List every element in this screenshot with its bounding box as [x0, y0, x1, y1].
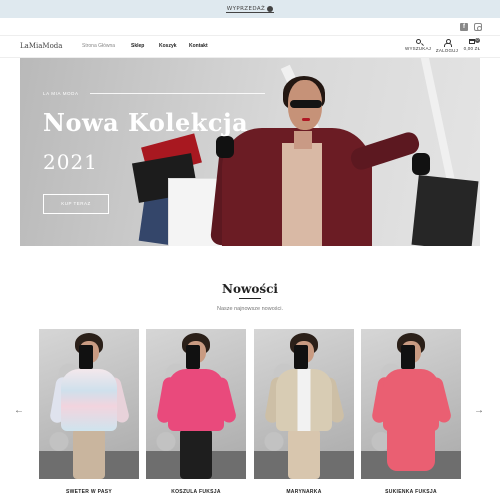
model-trousers	[180, 429, 212, 479]
main-nav: LaMiaModa Strona Główna Sklep Koszyk Kon…	[0, 36, 500, 58]
facebook-icon[interactable]: f	[460, 23, 468, 31]
model-trousers	[288, 429, 320, 479]
sale-badge-icon	[267, 5, 274, 12]
search-button[interactable]: WYSZUKAJ	[405, 39, 431, 51]
product-card[interactable]: MARYNARKA	[254, 329, 354, 499]
phone	[401, 345, 415, 369]
model-dress-skirt	[387, 425, 435, 471]
section-title: Nowości	[222, 282, 278, 296]
model-arm	[348, 129, 422, 173]
section-underline	[239, 298, 261, 299]
product-image[interactable]	[146, 329, 246, 479]
section-subtitle: Nasze najnowsze nowości.	[216, 306, 284, 312]
model-skirt	[73, 429, 105, 479]
nav-link-home[interactable]: Strona Główna	[82, 43, 115, 49]
carousel-prev-arrow-icon[interactable]: ←	[14, 406, 24, 416]
product-card[interactable]: KOSZULA FUKSJA	[146, 329, 246, 499]
model-dress	[383, 369, 439, 431]
phone	[294, 345, 308, 369]
model-lips	[302, 118, 310, 121]
model-blazer	[276, 369, 332, 431]
model-sweater	[282, 143, 322, 246]
sale-label: WYPRZEDAŻ	[226, 5, 266, 12]
nav-link-cart[interactable]: Koszyk	[159, 43, 177, 49]
glove	[412, 153, 430, 175]
hero-divider	[90, 93, 265, 94]
product-image[interactable]	[254, 329, 354, 479]
hero-kicker: LA MIA MODA	[43, 91, 79, 96]
phone	[186, 345, 200, 369]
product-card[interactable]: SWETER W PASY	[39, 329, 139, 499]
instagram-icon[interactable]	[474, 23, 482, 31]
social-bar: f	[0, 18, 500, 36]
cart-total: 0,00 ZŁ	[463, 46, 481, 51]
hero-banner: LA MIA MODA Nowa Kolekcja 2021 KUP TERAZ	[20, 58, 480, 246]
product-name[interactable]: SUKIENKA FUKSJA	[361, 489, 461, 495]
model-shirt	[168, 369, 224, 431]
search-icon	[415, 39, 421, 44]
logo[interactable]: LaMiaModa	[20, 42, 62, 50]
login-button[interactable]: ZALOGUJ	[434, 39, 460, 53]
sunglasses	[290, 100, 322, 108]
login-label: ZALOGUJ	[435, 48, 459, 53]
sale-link[interactable]: WYPRZEDAŻ	[225, 5, 275, 13]
model-sweater	[61, 369, 117, 431]
hero-title: Nowa Kolekcja	[43, 108, 249, 137]
glove	[216, 136, 234, 158]
product-name[interactable]: MARYNARKA	[254, 489, 354, 495]
nav-link-contact[interactable]: Kontakt	[189, 43, 208, 49]
search-label: WYSZUKAJ	[405, 46, 432, 51]
product-name[interactable]: SWETER W PASY	[39, 489, 139, 495]
carousel-next-arrow-icon[interactable]: →	[474, 406, 484, 416]
product-card[interactable]: SUKIENKA FUKSJA	[361, 329, 461, 499]
product-image[interactable]	[361, 329, 461, 479]
phone	[79, 345, 93, 369]
nav-link-shop[interactable]: Sklep	[131, 43, 144, 49]
shopping-bag-image	[411, 175, 479, 246]
promo-bar: WYPRZEDAŻ	[0, 0, 500, 18]
product-name[interactable]: KOSZULA FUKSJA	[146, 489, 246, 495]
cart-count-badge: 0	[475, 38, 480, 43]
hero-year: 2021	[43, 150, 98, 174]
model-neck	[294, 131, 312, 149]
cart-icon: 0	[469, 38, 480, 44]
user-icon	[444, 39, 452, 47]
cart-button[interactable]: 0 0,00 ZŁ	[459, 38, 485, 51]
product-image[interactable]	[39, 329, 139, 479]
shop-now-button[interactable]: KUP TERAZ	[43, 194, 109, 214]
